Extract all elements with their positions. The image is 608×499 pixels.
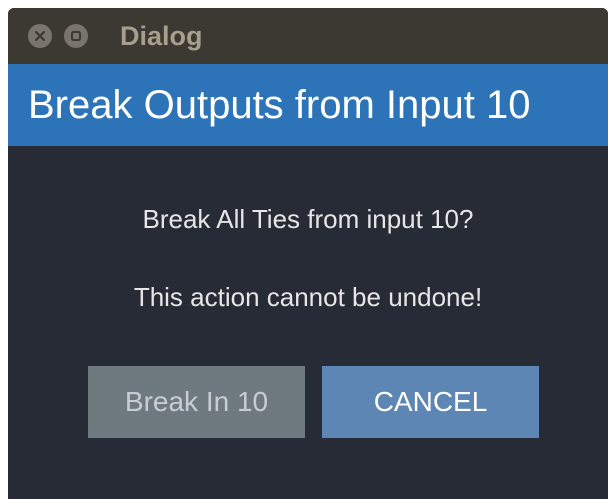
maximize-icon[interactable] — [64, 24, 88, 48]
dialog-window: Dialog Break Outputs from Input 10 Break… — [8, 8, 608, 499]
window-titlebar[interactable]: Dialog — [8, 8, 608, 64]
break-button[interactable]: Break In 10 — [88, 366, 305, 438]
dialog-body: Break All Ties from input 10? This actio… — [8, 146, 608, 499]
close-icon[interactable] — [28, 24, 52, 48]
warning-message: This action cannot be undone! — [133, 282, 483, 312]
window-title: Dialog — [120, 21, 203, 51]
dialog-header: Break Outputs from Input 10 — [8, 64, 608, 146]
cancel-button[interactable]: CANCEL — [322, 366, 539, 438]
confirm-message: Break All Ties from input 10? — [142, 204, 474, 234]
dialog-title: Break Outputs from Input 10 — [28, 83, 531, 127]
